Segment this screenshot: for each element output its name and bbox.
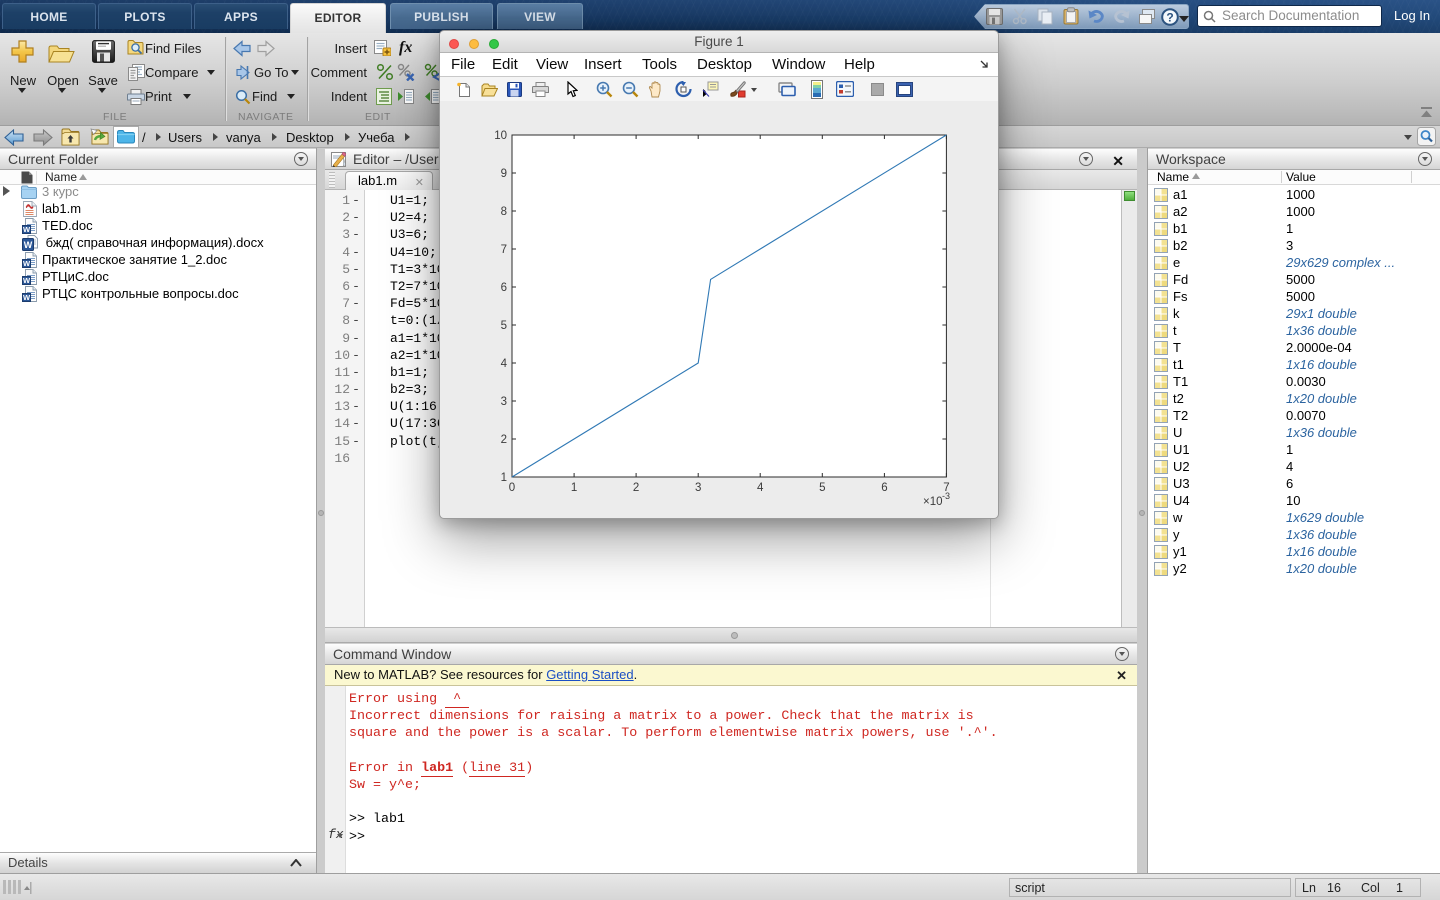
svg-text:W: W [23,225,31,234]
svg-text:2: 2 [501,434,507,446]
svg-text:2: 2 [633,482,639,494]
svg-text:6: 6 [501,282,507,294]
svg-text:-3: -3 [942,491,950,501]
svg-text:6: 6 [881,482,887,494]
svg-text:3: 3 [695,482,701,494]
svg-text:W: W [24,240,33,250]
svg-text:×10: ×10 [923,496,943,508]
svg-text:5: 5 [819,482,825,494]
svg-text:8: 8 [501,206,507,218]
svg-text:10: 10 [494,130,507,142]
svg-text:3: 3 [501,396,507,408]
svg-text:1: 1 [571,482,577,494]
svg-text:W: W [23,293,31,302]
svg-text:1: 1 [501,472,507,484]
svg-text:7: 7 [501,244,507,256]
svg-text:?: ? [1166,10,1173,24]
svg-text:4: 4 [757,482,764,494]
svg-text:4: 4 [501,358,508,370]
svg-text:W: W [23,276,31,285]
svg-text:5: 5 [501,320,507,332]
svg-text:W: W [23,259,31,268]
svg-text:9: 9 [501,168,507,180]
svg-text:0: 0 [509,482,515,494]
